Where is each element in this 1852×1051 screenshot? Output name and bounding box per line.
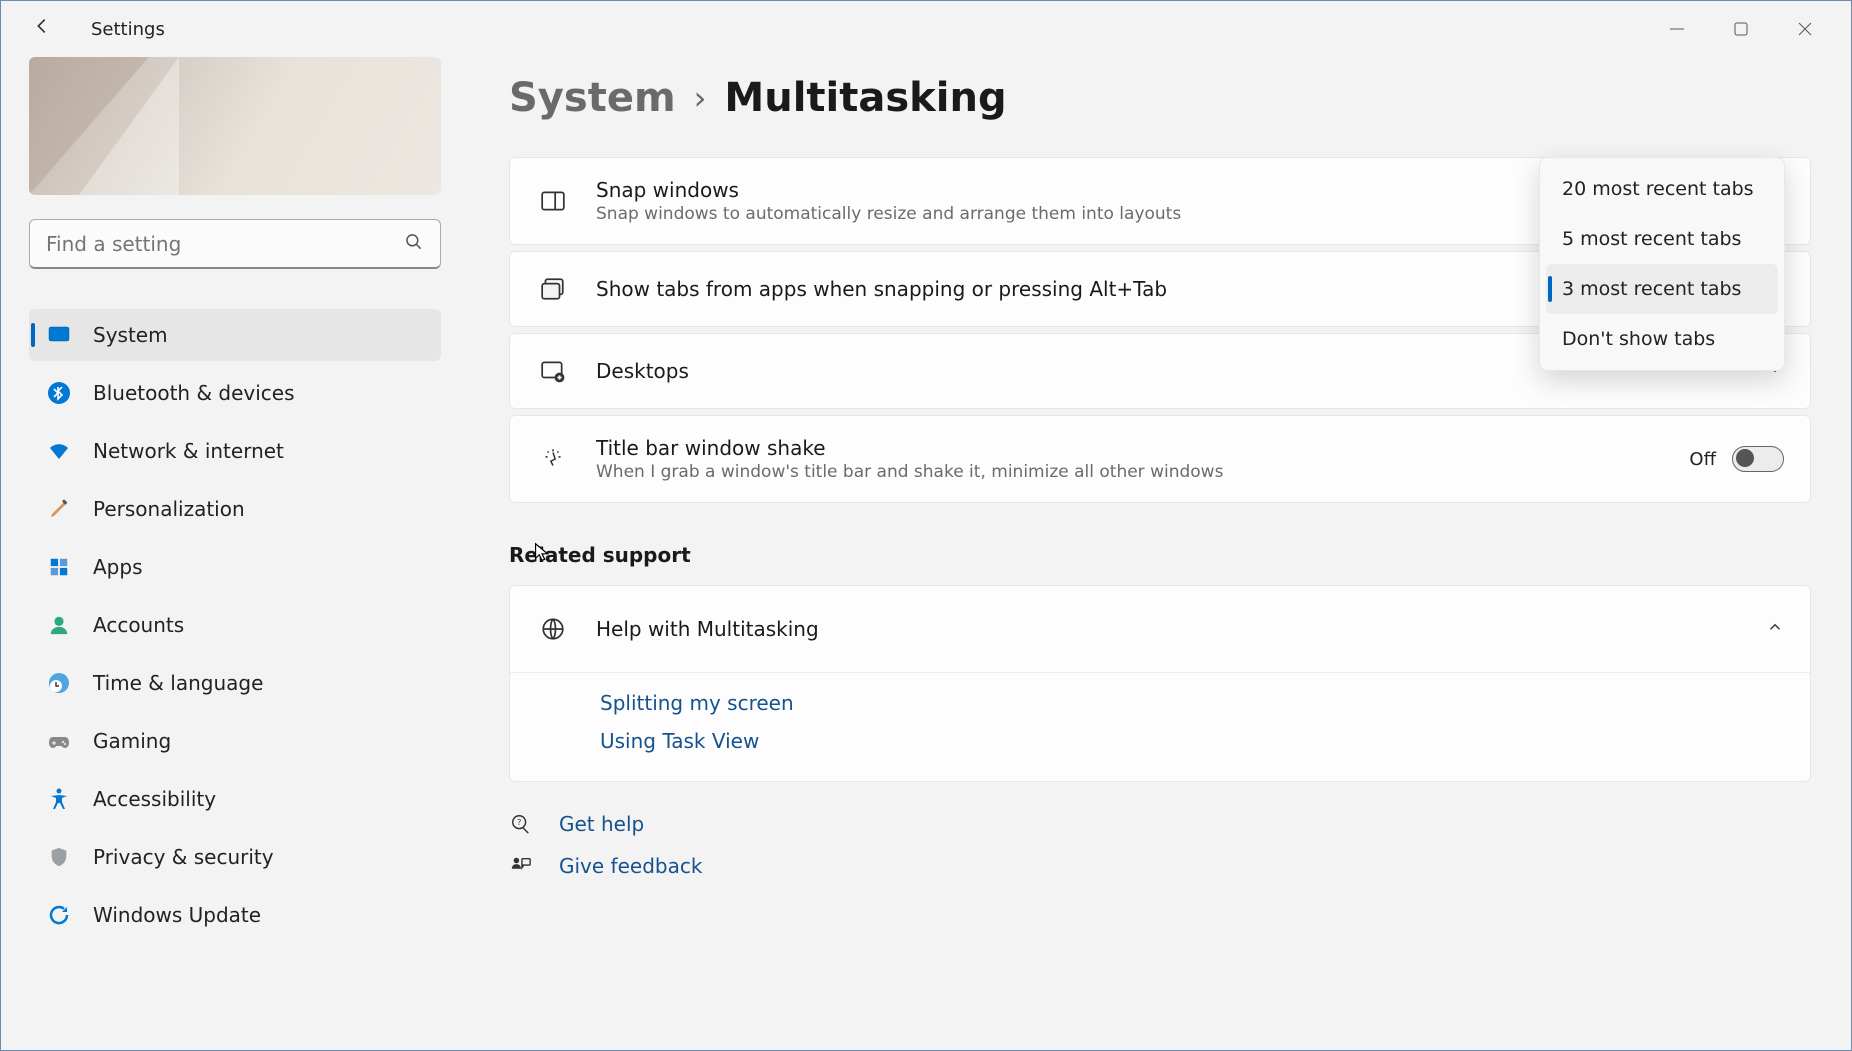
breadcrumb-parent[interactable]: System [509, 75, 676, 121]
svg-text:?: ? [517, 817, 521, 827]
sidebar-item-privacy[interactable]: Privacy & security [29, 831, 441, 883]
sidebar-item-label: Windows Update [93, 903, 261, 927]
help-chat-icon: ? [509, 812, 533, 836]
get-help-link[interactable]: ? Get help [509, 812, 1811, 836]
bluetooth-icon [45, 379, 73, 407]
card-title: Title bar window shake [596, 436, 1663, 460]
dropdown-option[interactable]: 3 most recent tabs [1546, 264, 1778, 314]
titlebar: Settings [1, 1, 1851, 57]
chevron-up-icon [1766, 618, 1784, 641]
sidebar-item-time[interactable]: Time & language [29, 657, 441, 709]
breadcrumb: System › Multitasking [509, 75, 1811, 121]
search-box[interactable] [29, 219, 441, 269]
clock-globe-icon [45, 669, 73, 697]
card-subtitle: When I grab a window's title bar and sha… [596, 462, 1663, 482]
setting-card-title-bar-shake: Title bar window shake When I grab a win… [509, 415, 1811, 503]
apps-icon [45, 553, 73, 581]
update-icon [45, 901, 73, 929]
maximize-button[interactable] [1725, 13, 1757, 45]
toggle-switch[interactable] [1732, 446, 1784, 472]
close-button[interactable] [1789, 13, 1821, 45]
search-input[interactable] [46, 232, 404, 256]
help-card-header[interactable]: Help with Multitasking [510, 586, 1810, 673]
snap-layout-icon [536, 184, 570, 218]
sidebar-item-label: Accessibility [93, 787, 216, 811]
feedback-icon [509, 854, 533, 878]
toggle-state-label: Off [1689, 449, 1716, 470]
app-title: Settings [91, 19, 165, 40]
shake-icon [536, 442, 570, 476]
sidebar-item-bluetooth[interactable]: Bluetooth & devices [29, 367, 441, 419]
sidebar-item-label: Time & language [93, 671, 263, 695]
sidebar-item-label: Apps [93, 555, 143, 579]
minimize-button[interactable] [1661, 13, 1693, 45]
sidebar-item-accessibility[interactable]: Accessibility [29, 773, 441, 825]
wifi-icon [45, 437, 73, 465]
help-link[interactable]: Splitting my screen [600, 691, 1784, 715]
section-heading: Related support [509, 543, 1811, 567]
sidebar-item-gaming[interactable]: Gaming [29, 715, 441, 767]
sidebar-item-personalization[interactable]: Personalization [29, 483, 441, 535]
help-card: Help with Multitasking Splitting my scre… [509, 585, 1811, 782]
sidebar-item-label: Bluetooth & devices [93, 381, 295, 405]
breadcrumb-current: Multitasking [724, 75, 1006, 121]
dropdown-option[interactable]: 5 most recent tabs [1546, 214, 1778, 264]
sidebar-item-system[interactable]: System [29, 309, 441, 361]
sidebar-item-label: Personalization [93, 497, 245, 521]
link-text: Get help [559, 812, 644, 836]
sidebar-item-label: Accounts [93, 613, 184, 637]
person-icon [45, 611, 73, 639]
desktops-icon [536, 354, 570, 388]
sidebar-item-label: Gaming [93, 729, 171, 753]
gamepad-icon [45, 727, 73, 755]
sidebar-item-network[interactable]: Network & internet [29, 425, 441, 477]
shield-icon [45, 843, 73, 871]
sidebar-item-apps[interactable]: Apps [29, 541, 441, 593]
sidebar-item-label: Network & internet [93, 439, 284, 463]
globe-help-icon [536, 612, 570, 646]
tabs-dropdown-menu: 20 most recent tabs 5 most recent tabs 3… [1539, 157, 1785, 371]
window-stack-icon [536, 272, 570, 306]
dropdown-option[interactable]: Don't show tabs [1546, 314, 1778, 364]
search-icon [404, 232, 424, 256]
link-text: Give feedback [559, 854, 702, 878]
main-content: System › Multitasking Snap windows Snap … [469, 57, 1851, 1050]
sidebar-item-label: Privacy & security [93, 845, 274, 869]
accessibility-icon [45, 785, 73, 813]
sidebar-item-accounts[interactable]: Accounts [29, 599, 441, 651]
sidebar-item-update[interactable]: Windows Update [29, 889, 441, 941]
sidebar-item-label: System [93, 323, 168, 347]
chevron-right-icon: › [694, 79, 707, 117]
user-profile-area[interactable] [29, 57, 441, 195]
dropdown-option[interactable]: 20 most recent tabs [1546, 164, 1778, 214]
give-feedback-link[interactable]: Give feedback [509, 854, 1811, 878]
paintbrush-icon [45, 495, 73, 523]
help-link[interactable]: Using Task View [600, 729, 1784, 753]
sidebar: System Bluetooth & devices Network & int… [1, 57, 469, 1050]
help-title: Help with Multitasking [596, 617, 1740, 641]
back-button[interactable] [25, 9, 59, 49]
display-icon [45, 321, 73, 349]
